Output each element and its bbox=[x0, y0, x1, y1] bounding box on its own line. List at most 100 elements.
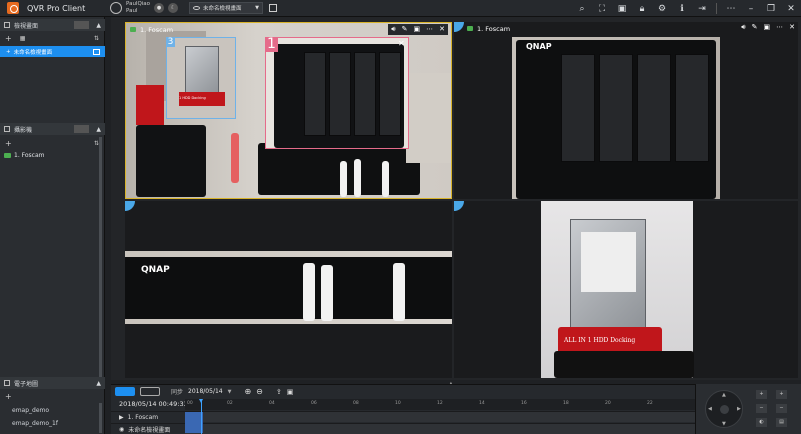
ptz-joystick[interactable]: ▲ ▼ ◀ ▶ bbox=[705, 390, 743, 428]
snapshot-icon[interactable]: ▣ bbox=[287, 388, 294, 396]
sort-icon[interactable]: ⇅ bbox=[94, 35, 99, 42]
close-icon[interactable]: ✕ bbox=[781, 4, 801, 14]
title-bar: QVR Pro Client PaulQiao Paul ● ☾ 未命名檢視畫面… bbox=[0, 0, 801, 17]
ptz-center-button[interactable] bbox=[720, 405, 729, 414]
restore-icon[interactable]: ❐ bbox=[761, 4, 781, 14]
user-sub: Paul bbox=[126, 8, 138, 14]
focus-out-button[interactable]: − bbox=[776, 404, 787, 413]
qnap-logo: QNAP bbox=[526, 42, 552, 51]
add-emap-icon[interactable]: + bbox=[5, 392, 12, 401]
video-pane-2[interactable]: QNAP 1. Foscam 🔊︎ ✎ ▣ ⋯ ✕ bbox=[454, 22, 798, 199]
emap-title: 電子地圖 bbox=[14, 380, 39, 388]
snapshot-icon[interactable]: ▣ bbox=[764, 23, 771, 32]
pane-title: 1. Foscam bbox=[140, 25, 174, 34]
camera-item[interactable]: 1. Foscam bbox=[4, 152, 45, 159]
layout-icon[interactable]: ▣ bbox=[612, 4, 632, 14]
export-icon[interactable]: ⇪ bbox=[276, 388, 282, 396]
add-camera-icon[interactable]: + bbox=[5, 139, 12, 148]
ptz-left-icon[interactable]: ◀ bbox=[708, 406, 712, 412]
ptz-down-icon[interactable]: ▼ bbox=[722, 421, 726, 427]
playback-mode-button[interactable] bbox=[140, 387, 160, 396]
ptz-right-icon[interactable]: ▶ bbox=[737, 406, 741, 412]
emap-item[interactable]: emap_demo bbox=[12, 407, 49, 414]
video-pane-4[interactable]: ALL IN 1 HDD Docking bbox=[454, 201, 798, 378]
pip-frame-3[interactable]: 1 HDD Docking bbox=[166, 37, 236, 119]
save-icon[interactable] bbox=[269, 4, 277, 12]
video-pane-3[interactable]: QNAP bbox=[125, 201, 452, 378]
date-label[interactable]: 2018/05/14 bbox=[188, 388, 223, 395]
menu-icon[interactable]: ⋯ bbox=[721, 4, 741, 14]
collapse-icon[interactable]: ▲ bbox=[96, 22, 101, 29]
views-section-header[interactable]: 檢視畫面 ▲ bbox=[0, 19, 105, 31]
eye-icon bbox=[193, 6, 200, 10]
video-pane-1[interactable]: 1 HDD Docking 3 1 ✕ 1. Foscam 🔊︎ ✎ ▣ ⋯ ✕ bbox=[125, 22, 452, 199]
collapse-icon[interactable]: ▲ bbox=[96, 126, 101, 133]
emap-scrollbar[interactable] bbox=[99, 403, 102, 433]
cameras-section-header[interactable]: 攝影機 ▲ bbox=[0, 123, 105, 135]
close-icon[interactable]: ✕ bbox=[789, 23, 795, 32]
grid-icon[interactable]: ▦ bbox=[20, 35, 26, 42]
user-box[interactable]: PaulQiao Paul ● ☾ bbox=[110, 1, 179, 15]
ptz-panel: ▲ ▼ ◀ ▶ + + − − ◐ ▤ bbox=[695, 384, 801, 434]
add-view-icon[interactable]: + bbox=[5, 34, 12, 43]
date-dropdown-icon[interactable]: ▼ bbox=[228, 389, 232, 395]
close-icon[interactable]: ✕ bbox=[439, 25, 445, 34]
tick-label: 08 bbox=[353, 401, 359, 406]
fullscreen-icon[interactable]: ⛶ bbox=[592, 4, 612, 14]
timeline-ruler[interactable]: 00 02 04 06 08 10 12 14 16 18 20 22 bbox=[185, 399, 696, 410]
eye-icon: ◉ bbox=[119, 425, 125, 433]
iris-button[interactable]: ◐ bbox=[756, 418, 767, 427]
view-select-value: 未命名檢視畫面 bbox=[203, 6, 242, 12]
tick-label: 04 bbox=[269, 401, 275, 406]
playback-toolbar: 同步 2018/05/14 ▼ ⊕ ⊖ ⇪ ▣ bbox=[111, 385, 696, 398]
camera-status-icon bbox=[4, 153, 11, 158]
zoom-out-icon[interactable]: ⊖ bbox=[256, 387, 263, 396]
audio-icon[interactable]: 🔊︎ bbox=[741, 23, 745, 32]
sync-label[interactable]: 同步 bbox=[171, 387, 183, 396]
camera-mode-toggle[interactable] bbox=[74, 125, 89, 133]
timeline[interactable]: 2018/05/14 00:49:33 00 02 04 06 08 10 12… bbox=[111, 399, 696, 434]
minimize-icon[interactable]: – bbox=[741, 4, 761, 14]
more-icon[interactable]: ⋯ bbox=[426, 25, 433, 34]
timeline-cursor[interactable] bbox=[199, 399, 203, 434]
app-title: QVR Pro Client bbox=[27, 3, 86, 13]
zoom-in-icon[interactable]: ⊕ bbox=[244, 387, 251, 396]
dock-label: ALL IN 1 HDD Docking bbox=[564, 337, 636, 344]
ptz-up-icon[interactable]: ▲ bbox=[722, 392, 726, 398]
zoom-in-button[interactable]: + bbox=[756, 390, 767, 399]
snapshot-icon[interactable]: ▣ bbox=[414, 25, 421, 34]
zoom-out-button[interactable]: − bbox=[756, 404, 767, 413]
map-icon bbox=[4, 380, 10, 386]
mic-icon[interactable]: ✎ bbox=[402, 25, 408, 34]
lock-icon[interactable]: 🔒︎ bbox=[632, 4, 652, 14]
view-item[interactable]: + 未命名檢視畫面 bbox=[0, 46, 105, 57]
cameras-scrollbar[interactable] bbox=[99, 137, 102, 377]
save-view-icon[interactable] bbox=[93, 48, 100, 55]
gear-icon[interactable]: ⚙ bbox=[652, 4, 672, 14]
tick-label: 10 bbox=[395, 401, 401, 406]
face-mode-icon[interactable]: ☾ bbox=[168, 3, 179, 13]
pip-close-icon[interactable]: ✕ bbox=[398, 39, 405, 48]
pip-frame-1[interactable] bbox=[265, 37, 409, 149]
sidebar: 檢視畫面 ▲ + ▦ ⇅ + 未命名檢視畫面 攝影機 ▲ + ⇅ 1. Fosc… bbox=[0, 17, 105, 434]
view-select[interactable]: 未命名檢視畫面 ▼ bbox=[189, 2, 263, 14]
qnap-logo: QNAP bbox=[141, 265, 170, 275]
live-mode-button[interactable] bbox=[115, 387, 135, 396]
recording-icon bbox=[467, 26, 473, 31]
view-mode-toggle[interactable] bbox=[74, 21, 89, 29]
alert-icon[interactable]: ℹ bbox=[672, 4, 692, 14]
live-mode-icon[interactable]: ● bbox=[154, 3, 165, 13]
logout-icon[interactable]: ⇥ bbox=[692, 4, 712, 14]
mic-icon[interactable]: ✎ bbox=[752, 23, 758, 32]
emap-item[interactable]: emap_demo_1f bbox=[12, 420, 58, 427]
audio-icon[interactable]: 🔊︎ bbox=[391, 25, 395, 34]
more-icon[interactable]: ⋯ bbox=[776, 23, 783, 32]
chevron-down-icon: ▼ bbox=[255, 5, 259, 11]
focus-in-button[interactable]: + bbox=[776, 390, 787, 399]
preset-button[interactable]: ▤ bbox=[776, 418, 787, 427]
emap-section-header[interactable]: 電子地圖 ▲ bbox=[0, 377, 105, 389]
camera-grid-icon bbox=[4, 126, 10, 132]
title-bar-tools: ⌕ ⛶ ▣ 🔒︎ ⚙ ℹ ⇥ ⋯ – ❐ ✕ bbox=[572, 0, 801, 17]
search-icon[interactable]: ⌕ bbox=[572, 4, 592, 14]
collapse-icon[interactable]: ▲ bbox=[96, 380, 101, 387]
